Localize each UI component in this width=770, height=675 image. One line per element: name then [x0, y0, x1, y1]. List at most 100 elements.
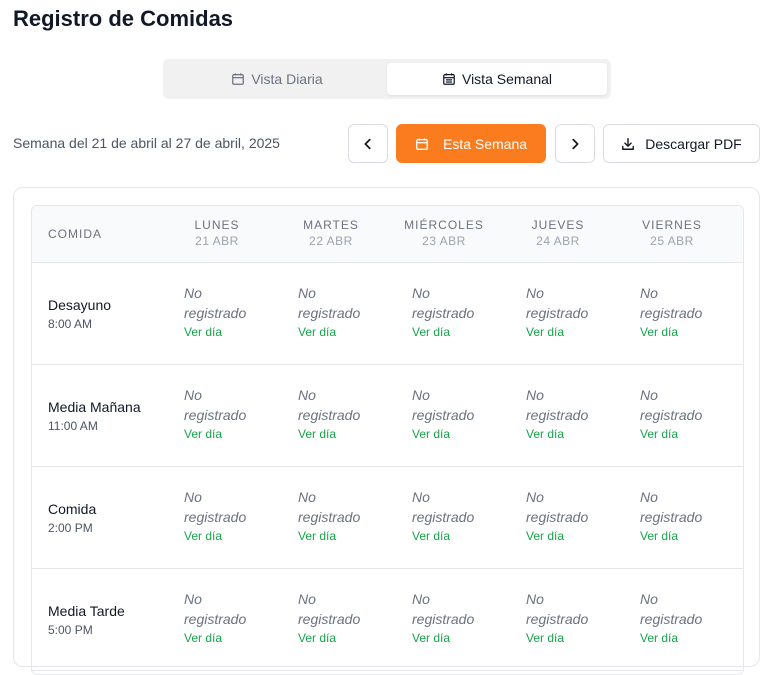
- status-text: registrado: [412, 611, 475, 627]
- day-name: MIÉRCOLES: [404, 218, 484, 232]
- meal-time: 8:00 AM: [48, 317, 93, 331]
- view-day-link[interactable]: Ver día: [184, 529, 284, 543]
- view-day-link[interactable]: Ver día: [640, 631, 740, 645]
- table-body: Desayuno 8:00 AM No registrado Ver día No regi…: [32, 263, 743, 671]
- calendar-icon: [232, 73, 245, 85]
- status-text: registrado: [298, 305, 361, 321]
- download-icon: [622, 137, 635, 150]
- table-row: Media Mañana 11:00 AM No registrado Ver día N…: [32, 365, 743, 467]
- view-day-link[interactable]: Ver día: [526, 325, 626, 339]
- meal-name: Desayuno: [48, 297, 112, 313]
- view-day-link[interactable]: Ver día: [184, 325, 284, 339]
- status-text: registrado: [526, 509, 589, 525]
- table-row: Desayuno 8:00 AM No registrado Ver día No regi…: [32, 263, 743, 365]
- view-day-link[interactable]: Ver día: [412, 529, 512, 543]
- day-name: JUEVES: [531, 218, 585, 232]
- status-text: registrado: [640, 305, 703, 321]
- page-title: Registro de Comidas: [13, 6, 234, 31]
- view-day-link[interactable]: Ver día: [412, 631, 512, 645]
- meal-name: Media Tarde: [48, 603, 125, 619]
- tab-daily-view[interactable]: Vista Diaria: [167, 63, 387, 95]
- day-header-friday: VIERNES 25 ABR: [617, 218, 727, 248]
- status-text: registrado: [298, 611, 361, 627]
- status-text: No: [184, 489, 202, 505]
- day-header-tuesday: MARTES 22 ABR: [276, 218, 386, 248]
- meal-day-cell: No registrado Ver día: [412, 385, 512, 441]
- status-text: registrado: [184, 407, 247, 423]
- day-date: 22 ABR: [309, 234, 353, 248]
- meal-day-cell: No registrado Ver día: [526, 487, 626, 543]
- view-day-link[interactable]: Ver día: [184, 427, 284, 441]
- next-week-button[interactable]: [555, 124, 595, 163]
- status-text: registrado: [526, 407, 589, 423]
- status-text: registrado: [184, 305, 247, 321]
- status-text: No: [640, 285, 658, 301]
- status-text: registrado: [412, 407, 475, 423]
- meal-day-cell: No registrado Ver día: [526, 385, 626, 441]
- tab-weekly-view[interactable]: Vista Semanal: [387, 63, 607, 95]
- calendar-icon: [416, 137, 428, 150]
- meal-day-cell: No registrado Ver día: [640, 589, 740, 645]
- status-text: No: [298, 387, 316, 403]
- day-name: VIERNES: [642, 218, 702, 232]
- view-day-link[interactable]: Ver día: [184, 631, 284, 645]
- view-day-link[interactable]: Ver día: [526, 529, 626, 543]
- meal-time: 5:00 PM: [48, 623, 93, 637]
- view-day-link[interactable]: Ver día: [640, 427, 740, 441]
- previous-week-button[interactable]: [348, 124, 388, 163]
- view-day-link[interactable]: Ver día: [412, 325, 512, 339]
- view-toggle: Vista Diaria Vista Semanal: [163, 59, 611, 99]
- day-header-thursday: JUEVES 24 ABR: [503, 218, 613, 248]
- view-day-link[interactable]: Ver día: [298, 427, 398, 441]
- status-text: No: [298, 285, 316, 301]
- status-text: registrado: [526, 611, 589, 627]
- view-day-link[interactable]: Ver día: [640, 529, 740, 543]
- status-text: No: [526, 489, 544, 505]
- status-text: No: [526, 387, 544, 403]
- view-day-link[interactable]: Ver día: [640, 325, 740, 339]
- status-text: registrado: [640, 509, 703, 525]
- this-week-button[interactable]: Esta Semana: [396, 124, 546, 163]
- status-text: No: [412, 591, 430, 607]
- day-name: LUNES: [194, 218, 240, 232]
- meal-day-cell: No registrado Ver día: [412, 487, 512, 543]
- status-text: registrado: [640, 407, 703, 423]
- day-name: MARTES: [303, 218, 359, 232]
- status-text: No: [412, 489, 430, 505]
- status-text: registrado: [640, 611, 703, 627]
- meal-day-cell: No registrado Ver día: [640, 487, 740, 543]
- meal-day-cell: No registrado Ver día: [184, 283, 284, 339]
- day-date: 24 ABR: [536, 234, 580, 248]
- meal-day-cell: No registrado Ver día: [298, 385, 398, 441]
- view-day-link[interactable]: Ver día: [298, 529, 398, 543]
- meal-day-cell: No registrado Ver día: [640, 385, 740, 441]
- meal-column-header: COMIDA: [48, 227, 102, 241]
- weekly-card: COMIDA LUNES 21 ABR MARTES 22 ABR MIÉRCO…: [13, 187, 760, 675]
- download-pdf-label: Descargar PDF: [645, 135, 742, 152]
- status-text: registrado: [526, 305, 589, 321]
- day-header-wednesday: MIÉRCOLES 23 ABR: [389, 218, 499, 248]
- meal-name: Comida: [48, 501, 97, 517]
- view-day-link[interactable]: Ver día: [526, 631, 626, 645]
- status-text: No: [184, 591, 202, 607]
- view-day-link[interactable]: Ver día: [298, 631, 398, 645]
- status-text: No: [412, 285, 430, 301]
- meal-day-cell: No registrado Ver día: [184, 589, 284, 645]
- calendar-week-icon: [443, 73, 455, 85]
- tab-weekly-label: Vista Semanal: [461, 71, 552, 87]
- table-header: COMIDA LUNES 21 ABR MARTES 22 ABR MIÉRCO…: [32, 206, 743, 263]
- status-text: No: [298, 591, 316, 607]
- download-pdf-button[interactable]: Descargar PDF: [603, 124, 760, 163]
- status-text: No: [184, 285, 202, 301]
- status-text: No: [526, 285, 544, 301]
- view-day-link[interactable]: Ver día: [412, 427, 512, 441]
- meal-day-cell: No registrado Ver día: [526, 589, 626, 645]
- meal-day-cell: No registrado Ver día: [298, 487, 398, 543]
- day-header-monday: LUNES 21 ABR: [162, 218, 272, 248]
- status-text: No: [640, 489, 658, 505]
- status-text: No: [640, 387, 658, 403]
- meal-day-cell: No registrado Ver día: [412, 283, 512, 339]
- view-day-link[interactable]: Ver día: [298, 325, 398, 339]
- day-date: 21 ABR: [195, 234, 239, 248]
- view-day-link[interactable]: Ver día: [526, 427, 626, 441]
